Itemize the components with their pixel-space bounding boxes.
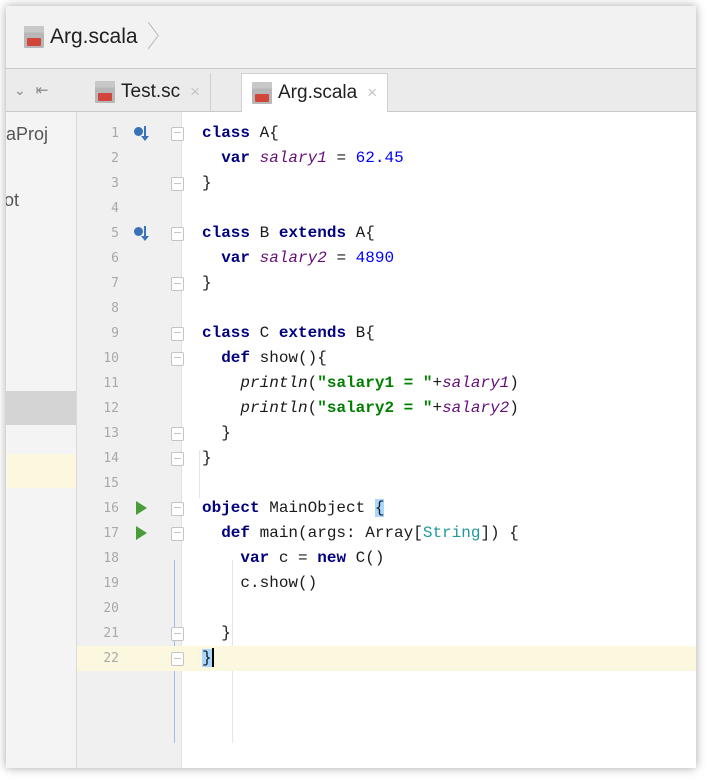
tab-test-sc[interactable]: Test.sc × bbox=[85, 73, 212, 111]
project-panel: aProj ot bbox=[6, 112, 77, 768]
code-line-13[interactable]: 13 } bbox=[77, 421, 696, 446]
code-line-12[interactable]: 12 println("salary2 = "+salary2) bbox=[77, 396, 696, 421]
close-icon[interactable]: × bbox=[367, 83, 377, 103]
code-line-15[interactable]: 15 bbox=[77, 471, 696, 496]
code-line-21[interactable]: 21 } bbox=[77, 621, 696, 646]
project-tree-item[interactable]: ot bbox=[6, 190, 19, 211]
run-icon[interactable] bbox=[136, 501, 147, 515]
fold-icon[interactable] bbox=[171, 277, 184, 291]
fold-icon[interactable] bbox=[171, 227, 184, 241]
code-line-8[interactable]: 8 bbox=[77, 296, 696, 321]
tab-label: Test.sc bbox=[121, 81, 181, 102]
fold-icon[interactable] bbox=[171, 352, 184, 366]
fold-icon[interactable] bbox=[171, 127, 184, 141]
code-line-16[interactable]: 16 object MainObject { bbox=[77, 496, 696, 521]
chevron-right-icon bbox=[144, 23, 158, 51]
tab-arg-scala[interactable]: Arg.scala × bbox=[241, 73, 389, 112]
code-line-14[interactable]: 14 } bbox=[77, 446, 696, 471]
code-line-19[interactable]: 19 c.show() bbox=[77, 571, 696, 596]
code-line-20[interactable]: 20 bbox=[77, 596, 696, 621]
code-line-4[interactable]: 4 bbox=[77, 196, 696, 221]
breadcrumb-file[interactable]: Arg.scala bbox=[24, 23, 158, 51]
overridden-method-icon[interactable] bbox=[134, 226, 150, 242]
fold-icon[interactable] bbox=[171, 177, 184, 191]
editor-tab-bar: ⌄ ⇤ Test.sc × Arg.scala × bbox=[6, 69, 696, 112]
code-line-17[interactable]: 17 def main(args: Array[String]) { bbox=[77, 521, 696, 546]
fold-icon[interactable] bbox=[171, 327, 184, 341]
project-tree-selection[interactable] bbox=[6, 391, 76, 425]
code-line-6[interactable]: 6 var salary2 = 4890 bbox=[77, 246, 696, 271]
navigation-bar: Arg.scala bbox=[6, 6, 696, 69]
code-line-18[interactable]: 18 var c = new C() bbox=[77, 546, 696, 571]
fold-icon[interactable] bbox=[171, 427, 184, 441]
run-icon[interactable] bbox=[136, 526, 147, 540]
fold-icon[interactable] bbox=[171, 652, 184, 666]
collapse-panel-icon[interactable]: ⇤ bbox=[36, 81, 49, 99]
code-line-2[interactable]: 2 var salary1 = 62.45 bbox=[77, 146, 696, 171]
scala-file-icon bbox=[24, 26, 44, 48]
close-icon[interactable]: × bbox=[190, 82, 200, 102]
fold-icon[interactable] bbox=[171, 502, 184, 516]
code-line-3[interactable]: 3 } bbox=[77, 171, 696, 196]
code-line-5[interactable]: 5 class B extends A{ bbox=[77, 221, 696, 246]
code-line-9[interactable]: 9 class C extends B{ bbox=[77, 321, 696, 346]
fold-icon[interactable] bbox=[171, 627, 184, 641]
project-root-item[interactable]: aProj bbox=[6, 124, 48, 145]
project-tree-highlight bbox=[6, 454, 76, 488]
text-caret bbox=[211, 648, 214, 668]
code-line-1[interactable]: 1 class A{ bbox=[77, 121, 696, 146]
scala-worksheet-icon bbox=[95, 81, 115, 103]
scala-file-icon bbox=[252, 82, 272, 104]
code-editor[interactable]: 1 class A{ 2 var salary1 = 62.45 3 } 4 5… bbox=[77, 112, 696, 768]
fold-icon[interactable] bbox=[171, 527, 184, 541]
project-panel-controls: ⌄ ⇤ bbox=[6, 69, 92, 111]
code-line-7[interactable]: 7 } bbox=[77, 271, 696, 296]
fold-icon[interactable] bbox=[171, 452, 184, 466]
code-line-22-current[interactable]: 22 } bbox=[77, 646, 696, 671]
tab-label: Arg.scala bbox=[278, 82, 358, 103]
code-line-11[interactable]: 11 println("salary1 = "+salary1) bbox=[77, 371, 696, 396]
code-line-10[interactable]: 10 def show(){ bbox=[77, 346, 696, 371]
chevron-down-icon[interactable]: ⌄ bbox=[14, 82, 26, 99]
breadcrumb-label: Arg.scala bbox=[50, 25, 138, 48]
overridden-method-icon[interactable] bbox=[134, 126, 150, 142]
ide-window: Arg.scala ⌄ ⇤ Test.sc × Arg.scala × aPro… bbox=[6, 6, 696, 768]
